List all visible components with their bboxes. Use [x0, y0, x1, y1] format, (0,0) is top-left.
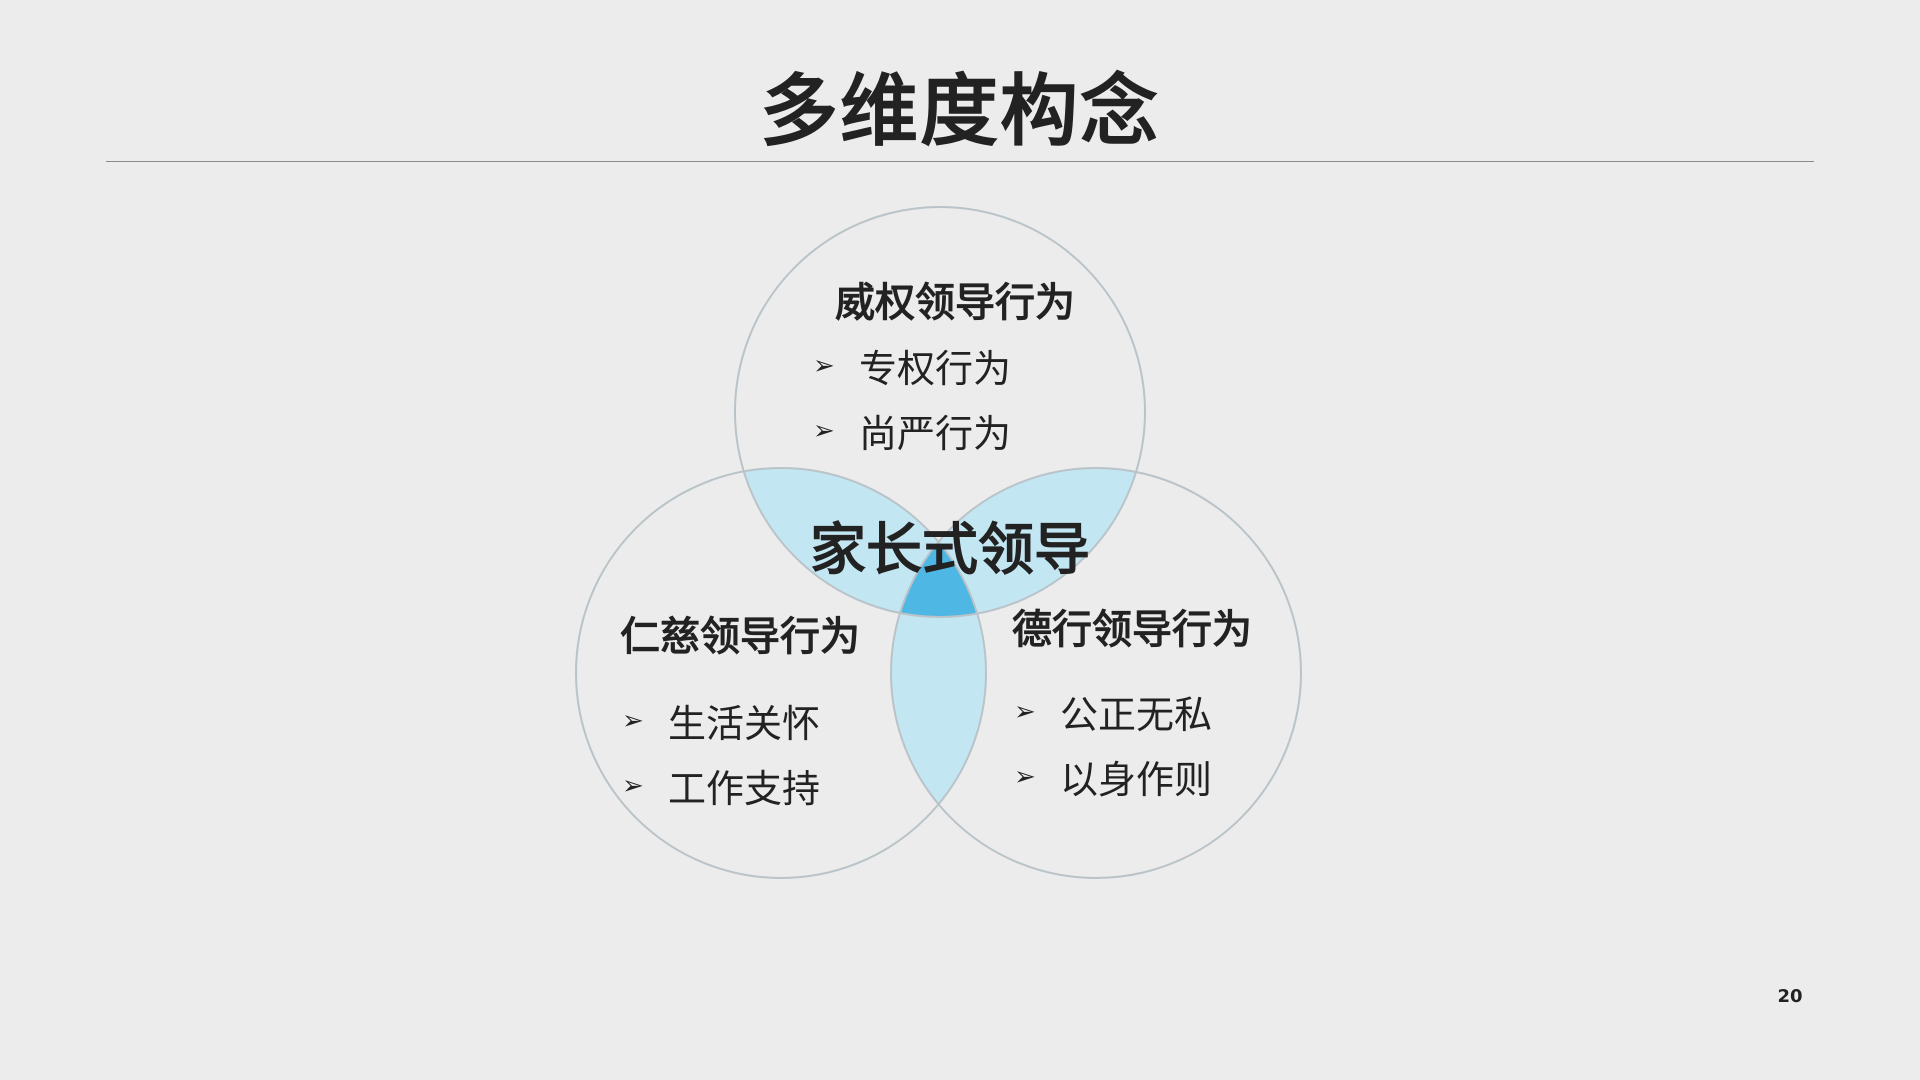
item-label: 工作支持 [668, 767, 821, 811]
item-label: 生活关怀 [668, 702, 821, 746]
arrow-bullet-icon: ➢ [622, 705, 644, 736]
slide: 多维度构念 家长式领导 威权领导行为 ➢ 专权行为 ➢ 尚严行为 仁慈领导行为 … [0, 0, 1920, 1080]
arrow-bullet-icon: ➢ [1014, 761, 1036, 792]
heading-benevolent: 仁慈领导行为 [620, 614, 860, 660]
item-label: 专权行为 [859, 347, 1012, 391]
list-item: ➢ 生活关怀 [622, 693, 820, 748]
list-item: ➢ 工作支持 [622, 758, 820, 813]
center-label: 家长式领导 [810, 518, 1090, 583]
item-label: 公正无私 [1060, 693, 1213, 737]
arrow-bullet-icon: ➢ [622, 770, 644, 801]
list-item: ➢ 公正无私 [1014, 684, 1212, 739]
page-number: 20 [1777, 986, 1803, 1007]
arrow-bullet-icon: ➢ [813, 415, 835, 446]
heading-authoritarian: 威权领导行为 [835, 280, 1075, 326]
list-item: ➢ 以身作则 [1014, 749, 1212, 804]
list-item: ➢ 专权行为 [813, 338, 1011, 393]
heading-moral: 德行领导行为 [1012, 607, 1252, 653]
list-item: ➢ 尚严行为 [813, 403, 1011, 458]
item-label: 尚严行为 [859, 412, 1012, 456]
arrow-bullet-icon: ➢ [1014, 696, 1036, 727]
arrow-bullet-icon: ➢ [813, 350, 835, 381]
item-label: 以身作则 [1060, 758, 1213, 802]
